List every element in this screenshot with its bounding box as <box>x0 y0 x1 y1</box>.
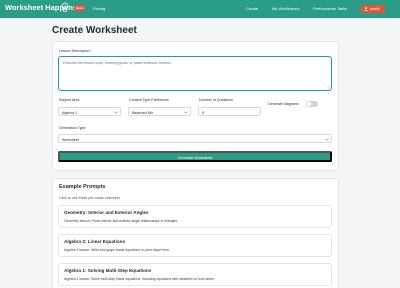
question-count-input[interactable]: 5 <box>198 107 261 116</box>
page-title: Create Worksheet <box>52 25 137 36</box>
content-type-value: Balanced Mix <box>132 110 154 115</box>
question-count-label: Number of Questions <box>199 98 233 102</box>
example-prompt-description: Algebra 1 lesson: Solve multi-step linea… <box>64 277 215 281</box>
required-marker: * <box>90 49 92 53</box>
nav-link-pricing[interactable]: Pricing <box>93 6 105 11</box>
generation-type-select[interactable]: Worksheet <box>58 134 332 143</box>
nav-link-my-worksheets[interactable]: My Worksheets <box>272 6 300 11</box>
user-menu-button[interactable]: jonah9 <box>361 5 385 13</box>
top-navbar: Worksheet Happens Beta Pricing Create My… <box>0 0 400 18</box>
lesson-description-placeholder: Describe the lesson topic, learning goal… <box>63 61 173 65</box>
subject-area-select[interactable]: Algebra 1 <box>58 107 121 116</box>
toggle-knob <box>307 102 311 106</box>
content-type-label: Content Type Preference <box>129 98 169 102</box>
generation-type-value: Worksheet <box>62 137 79 142</box>
question-count-value: 5 <box>202 110 204 115</box>
generation-type-label: Generation Type <box>59 126 86 130</box>
nav-link-performance-tasks[interactable]: Performance Tasks <box>313 6 347 11</box>
content-type-select[interactable]: Balanced Mix <box>128 107 191 116</box>
lesson-description-textarea[interactable]: Describe the lesson topic, learning goal… <box>58 56 332 91</box>
example-prompts-heading: Example Prompts <box>59 184 106 190</box>
example-prompt-card[interactable]: Algebra 2: Linear Equations Algebra 2 le… <box>58 234 332 257</box>
generate-diagrams-toggle[interactable] <box>306 101 318 107</box>
example-prompt-title: Geometry: Interior and Exterior Angles <box>64 210 149 215</box>
example-prompt-description: Geometry lesson: Prove interior and exte… <box>64 219 179 223</box>
subject-area-label: Subject Area <box>59 98 80 102</box>
beta-badge: Beta <box>74 5 85 11</box>
chevron-down-icon <box>114 111 118 114</box>
example-prompt-title: Algebra 2: Linear Equations <box>64 239 126 244</box>
example-prompt-description: Algebra 2 lesson: Write and graph linear… <box>64 248 170 252</box>
generate-diagrams-label: Generate diagrams <box>268 102 299 106</box>
generate-worksheet-button[interactable]: Generate Worksheet <box>58 151 332 162</box>
username-label: jonah9 <box>370 7 380 11</box>
chevron-down-icon <box>184 111 188 114</box>
example-prompt-card[interactable]: Geometry: Interior and Exterior Angles G… <box>58 205 332 228</box>
subject-area-value: Algebra 1 <box>62 110 77 115</box>
example-prompt-card[interactable]: Algebra 1: Solving Multi-Step Equations … <box>58 263 332 286</box>
example-prompts-subtitle: Click to use these pre-made examples <box>59 196 121 200</box>
example-prompt-title: Algebra 1: Solving Multi-Step Equations <box>64 268 152 273</box>
nav-link-create[interactable]: Create <box>246 6 258 11</box>
lightbulb-icon <box>61 2 69 12</box>
lesson-description-label-text: Lesson Description <box>59 49 90 53</box>
lesson-description-label: Lesson Description * <box>59 49 92 53</box>
chevron-down-icon <box>325 138 329 141</box>
user-icon <box>364 7 368 11</box>
resize-handle-icon[interactable] <box>326 85 330 89</box>
